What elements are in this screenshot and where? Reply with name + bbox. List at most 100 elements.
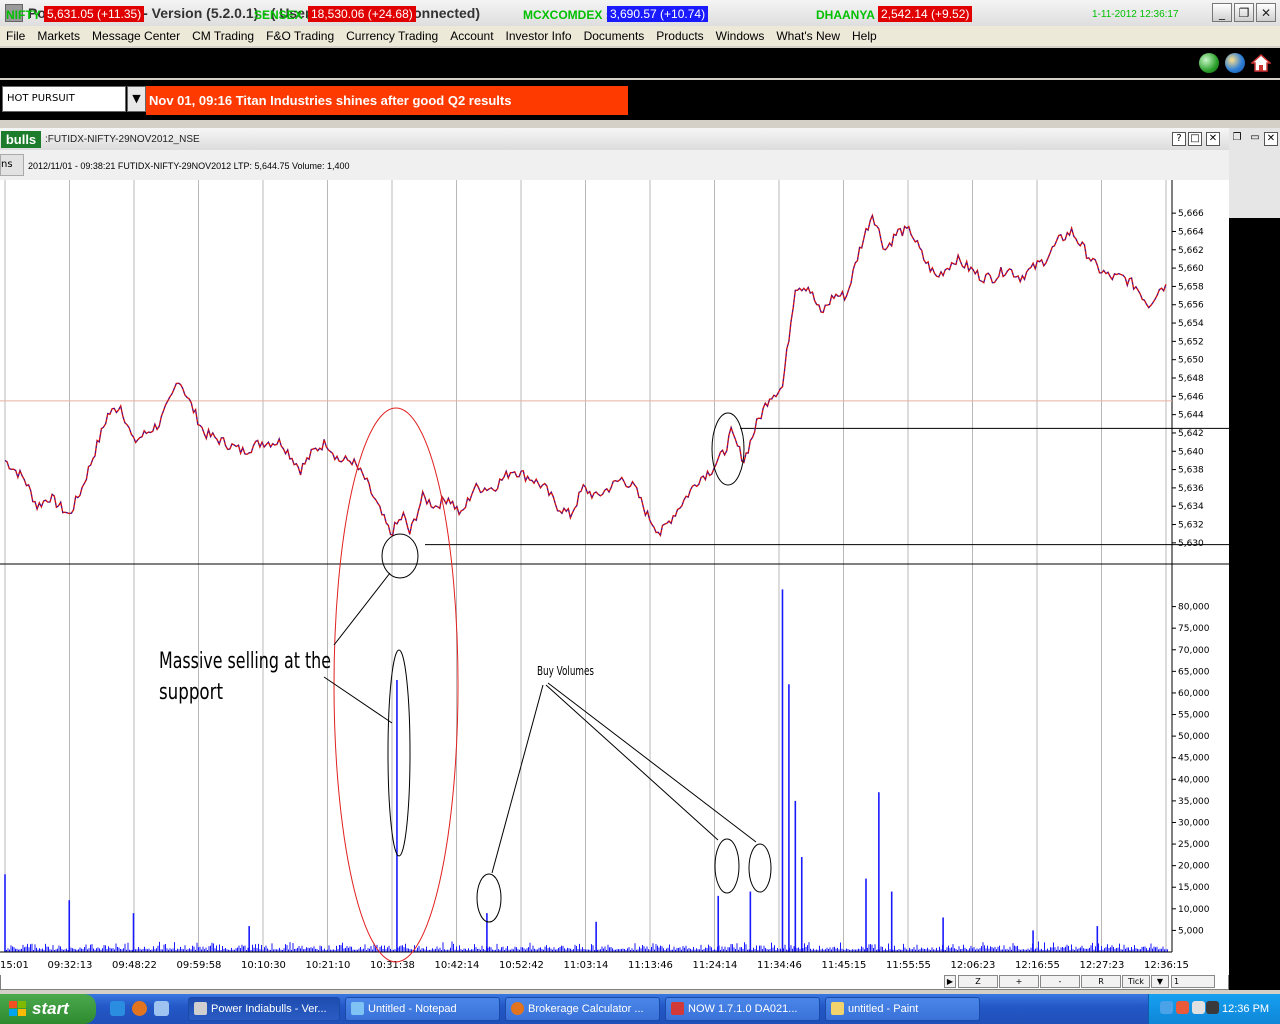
ticker-label-dhaanya: DHAANYA : bbox=[816, 8, 882, 22]
tray-app-icon[interactable] bbox=[1192, 1001, 1205, 1014]
price-tick-label: 5,638 bbox=[1178, 466, 1204, 476]
taskbar-clock: 12:36 PM bbox=[1222, 1003, 1270, 1015]
task-paint[interactable]: untitled - Paint bbox=[825, 997, 980, 1021]
zoom-out-button[interactable]: - bbox=[1040, 975, 1080, 988]
price-tick-label: 5,652 bbox=[1178, 337, 1204, 347]
tray-security-icon[interactable] bbox=[1176, 1001, 1189, 1014]
price-tick-label: 5,646 bbox=[1178, 392, 1204, 402]
minimize-small-icon[interactable]: ▭ bbox=[1248, 132, 1262, 146]
home-icon[interactable] bbox=[1251, 53, 1271, 73]
ticker-label-mcxcomdex: MCXCOMDEX : bbox=[523, 8, 610, 22]
volume-tick-label: 65,000 bbox=[1178, 667, 1210, 677]
dropdown-arrow-icon[interactable]: ▼ bbox=[127, 86, 146, 112]
price-tick-label: 5,648 bbox=[1178, 374, 1204, 384]
price-tick-label: 5,636 bbox=[1178, 484, 1204, 494]
interval-select[interactable]: Tick bbox=[1122, 975, 1150, 988]
interval-value-input[interactable]: 1 bbox=[1171, 975, 1215, 988]
time-tick-label: 11:34:46 bbox=[757, 960, 802, 971]
ticker-value-nifty: 5,631.05 (+11.35) bbox=[44, 6, 145, 22]
maximize-button[interactable]: □ bbox=[1188, 132, 1202, 146]
price-tick-label: 5,644 bbox=[1178, 411, 1204, 421]
zoom-button[interactable]: Z bbox=[958, 975, 998, 988]
menu-markets[interactable]: Markets bbox=[31, 29, 86, 43]
task-brokerage-calculator[interactable]: Brokerage Calculator ... bbox=[505, 997, 660, 1021]
time-tick-label: 10:42:14 bbox=[435, 960, 480, 971]
close-button[interactable]: ✕ bbox=[1256, 3, 1276, 22]
news-headline[interactable]: Nov 01, 09:16 Titan Industries shines af… bbox=[146, 86, 628, 115]
menu-help[interactable]: Help bbox=[846, 29, 883, 43]
menu-message-center[interactable]: Message Center bbox=[86, 29, 186, 43]
annotation-support: support bbox=[159, 680, 223, 705]
volume-tick-label: 60,000 bbox=[1178, 689, 1210, 699]
time-tick-label: 11:45:15 bbox=[822, 960, 867, 971]
ticker-value-sensex: 18,530.06 (+24.68) bbox=[308, 6, 416, 22]
windows-logo-icon bbox=[9, 1001, 26, 1016]
task-power-indiabulls[interactable]: Power Indiabulls - Ver... bbox=[188, 997, 340, 1021]
menu-what-s-new[interactable]: What's New bbox=[770, 29, 846, 43]
time-tick-label: 11:13:46 bbox=[628, 960, 673, 971]
help-button[interactable]: ? bbox=[1172, 132, 1186, 146]
time-tick-label: 12:06:23 bbox=[951, 960, 996, 971]
close-small-icon[interactable]: ✕ bbox=[1264, 132, 1278, 146]
time-tick-label: 11:03:14 bbox=[564, 960, 609, 971]
price-tick-label: 5,658 bbox=[1178, 282, 1204, 292]
right-panel bbox=[1229, 128, 1280, 990]
now-icon bbox=[671, 1002, 684, 1015]
tray-volume-icon[interactable] bbox=[1206, 1001, 1219, 1014]
chart-symbol-title: :FUTIDX-NIFTY-29NOV2012_NSE bbox=[45, 134, 200, 145]
restore-small-icon[interactable]: ❐ bbox=[1230, 132, 1244, 146]
task-notepad[interactable]: Untitled - Notepad bbox=[345, 997, 500, 1021]
volume-tick-label: 45,000 bbox=[1178, 754, 1210, 764]
indiabulls-logo: bulls bbox=[1, 131, 41, 148]
menu-products[interactable]: Products bbox=[650, 29, 709, 43]
show-desktop-icon[interactable] bbox=[154, 1001, 169, 1016]
chart-side-tab[interactable]: ns bbox=[0, 154, 24, 176]
time-tick-label: 10:52:42 bbox=[499, 960, 544, 971]
volume-tick-label: 25,000 bbox=[1178, 840, 1210, 850]
tray-network-icon[interactable] bbox=[1160, 1001, 1173, 1014]
minimize-button[interactable]: _ bbox=[1212, 3, 1232, 22]
price-tick-label: 5,666 bbox=[1178, 209, 1204, 219]
price-tick-label: 5,660 bbox=[1178, 264, 1204, 274]
time-tick-label: 11:55:55 bbox=[886, 960, 931, 971]
indiabulls-task-icon bbox=[194, 1002, 207, 1015]
ie-icon[interactable] bbox=[110, 1001, 125, 1016]
menu-windows[interactable]: Windows bbox=[710, 29, 771, 43]
price-tick-label: 5,642 bbox=[1178, 429, 1204, 439]
time-tick-label: 12:16:55 bbox=[1015, 960, 1060, 971]
world-icon[interactable] bbox=[1225, 53, 1245, 73]
menu-account[interactable]: Account bbox=[444, 29, 499, 43]
menu-documents[interactable]: Documents bbox=[578, 29, 651, 43]
volume-tick-label: 50,000 bbox=[1178, 732, 1210, 742]
time-tick-label: 12:27:23 bbox=[1080, 960, 1125, 971]
volume-tick-label: 15,000 bbox=[1178, 883, 1210, 893]
menu-currency-trading[interactable]: Currency Trading bbox=[340, 29, 444, 43]
reset-button[interactable]: R bbox=[1081, 975, 1121, 988]
hot-pursuit-select[interactable]: HOT PURSUIT bbox=[2, 86, 126, 112]
time-tick-label: 10:21:10 bbox=[306, 960, 351, 971]
ticker-value-dhaanya: 2,542.14 (+9.52) bbox=[878, 6, 973, 22]
menu-f-o-trading[interactable]: F&O Trading bbox=[260, 29, 340, 43]
scroll-right-button[interactable]: ▶ bbox=[944, 975, 956, 988]
price-tick-label: 5,630 bbox=[1178, 539, 1204, 549]
volume-tick-label: 40,000 bbox=[1178, 775, 1210, 785]
menu-investor-info[interactable]: Investor Info bbox=[500, 29, 578, 43]
time-tick-label: 11:24:14 bbox=[693, 960, 738, 971]
restore-button[interactable]: ❐ bbox=[1234, 3, 1254, 22]
chart-close-button[interactable]: ✕ bbox=[1206, 132, 1220, 146]
status-globe-icon[interactable] bbox=[1199, 53, 1219, 73]
volume-tick-label: 70,000 bbox=[1178, 646, 1210, 656]
time-tick-label: 09:32:13 bbox=[48, 960, 93, 971]
menu-file[interactable]: File bbox=[0, 29, 31, 43]
price-volume-chart[interactable]: 5,666 5,664 5,662 5,660 5,658 5,656 5,654 5,652… bbox=[0, 180, 1229, 975]
notepad-icon bbox=[351, 1002, 364, 1015]
task-now[interactable]: NOW 1.7.1.0 DA021... bbox=[665, 997, 820, 1021]
zoom-in-button[interactable]: + bbox=[999, 975, 1039, 988]
menu-cm-trading[interactable]: CM Trading bbox=[186, 29, 260, 43]
chart-background bbox=[0, 180, 1229, 975]
interval-dropdown-icon[interactable]: ▼ bbox=[1151, 975, 1169, 988]
volume-tick-label: 5,000 bbox=[1178, 926, 1204, 936]
firefox-icon[interactable] bbox=[132, 1001, 147, 1016]
price-tick-label: 5,634 bbox=[1178, 502, 1204, 512]
ticker-value-mcxcomdex: 3,690.57 (+10.74) bbox=[607, 6, 709, 22]
